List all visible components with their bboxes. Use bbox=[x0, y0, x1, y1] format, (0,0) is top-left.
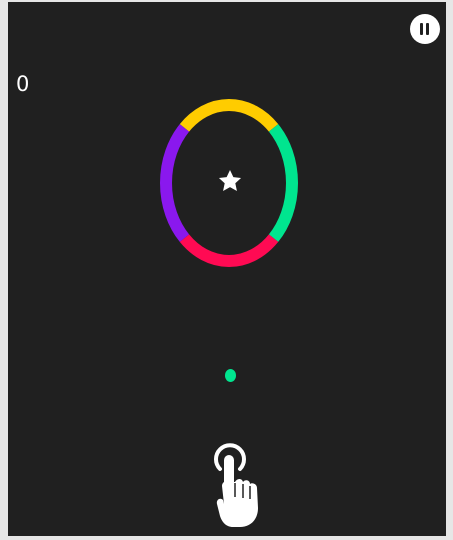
ring-segment-right bbox=[268, 124, 298, 242]
device-frame: 0 bbox=[0, 0, 453, 540]
tap-hand-icon bbox=[202, 442, 264, 530]
ring-segment-top bbox=[179, 99, 279, 132]
ring-segment-left bbox=[160, 124, 190, 242]
player-ball[interactable] bbox=[225, 369, 236, 382]
game-canvas[interactable]: 0 bbox=[8, 2, 446, 536]
ring-segment-bottom bbox=[179, 234, 279, 267]
star-icon bbox=[217, 168, 243, 194]
score-counter: 0 bbox=[16, 72, 30, 96]
pause-icon-bar-right bbox=[426, 23, 429, 35]
pause-button[interactable] bbox=[410, 14, 440, 44]
pause-icon-bar-left bbox=[420, 23, 423, 35]
